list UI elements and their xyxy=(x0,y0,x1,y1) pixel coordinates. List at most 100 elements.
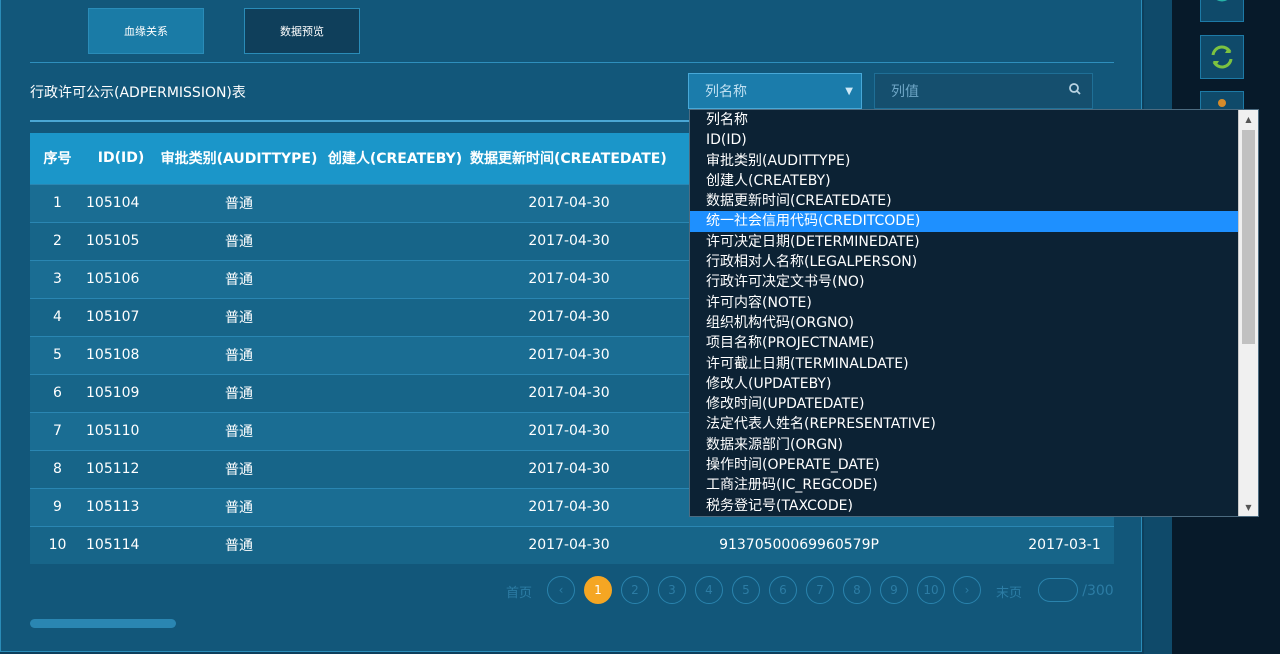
table-cell: 105113 xyxy=(85,487,157,526)
dropdown-option[interactable]: 数据来源部门(ORGN) xyxy=(690,435,1258,455)
page-jump-input[interactable] xyxy=(1038,578,1078,602)
column-header[interactable]: 创建人(CREATEBY) xyxy=(321,133,469,184)
table-cell: 8 xyxy=(30,449,85,488)
table-cell xyxy=(321,297,469,336)
column-header[interactable]: 审批类别(AUDITTYPE) xyxy=(157,133,321,184)
table-cell: 9 xyxy=(30,487,85,526)
column-header[interactable]: 序号 xyxy=(30,133,85,184)
column-header[interactable]: 数据更新时间(CREATEDATE) xyxy=(469,133,669,184)
table-cell: 2017-04-30 xyxy=(469,449,669,488)
page-number-button[interactable]: 9 xyxy=(880,576,908,604)
dropdown-option[interactable]: 工商注册码(IC_REGCODE) xyxy=(690,475,1258,495)
horizontal-scrollbar[interactable] xyxy=(30,619,176,628)
table-cell: 普通 xyxy=(157,183,321,222)
dropdown-option[interactable]: 税务登记号(TAXCODE) xyxy=(690,496,1258,516)
dropdown-option[interactable]: ID(ID) xyxy=(690,130,1258,150)
table-title: 行政许可公示(ADPERMISSION)表 xyxy=(30,85,246,101)
refresh-button[interactable] xyxy=(1200,35,1244,79)
page-number-button[interactable]: 3 xyxy=(658,576,686,604)
dropdown-option[interactable]: 修改人(UPDATEBY) xyxy=(690,374,1258,394)
table-cell: 2017-04-30 xyxy=(469,373,669,412)
page-number-button[interactable]: 7 xyxy=(806,576,834,604)
dropdown-option[interactable]: 审批类别(AUDITTYPE) xyxy=(690,151,1258,171)
dropdown-option[interactable]: 修改时间(UPDATEDATE) xyxy=(690,394,1258,414)
scroll-up-icon[interactable]: ▲ xyxy=(1239,110,1258,128)
signal-icon xyxy=(1216,0,1228,2)
table-cell: 2017-04-30 xyxy=(469,183,669,222)
table-cell: 2017-04-30 xyxy=(469,297,669,336)
table-cell: 普通 xyxy=(157,525,321,564)
dropdown-option[interactable]: 许可内容(NOTE) xyxy=(690,293,1258,313)
dropdown-option[interactable]: 统一社会信用代码(CREDITCODE) xyxy=(690,211,1258,232)
table-cell: 105106 xyxy=(85,259,157,298)
scrollbar-thumb[interactable] xyxy=(1242,130,1255,344)
table-cell: 4 xyxy=(30,297,85,336)
caret-down-icon: ▼ xyxy=(845,86,853,97)
page-number-button[interactable]: 10 xyxy=(917,576,945,604)
table-cell xyxy=(321,373,469,412)
tool-icon xyxy=(1218,99,1226,107)
table-cell: 105107 xyxy=(85,297,157,336)
dropdown-options: 列名称 ID(ID) 审批类别(AUDITTYPE) 创建人(CREATEBY) 数据更… xyxy=(690,110,1258,516)
dropdown-option[interactable]: 许可截止日期(TERMINALDATE) xyxy=(690,354,1258,374)
dropdown-option[interactable]: 行政相对人名称(LEGALPERSON) xyxy=(690,252,1258,272)
tool-button[interactable] xyxy=(1200,91,1244,111)
page-number-button[interactable]: 8 xyxy=(843,576,871,604)
table-cell: 普通 xyxy=(157,487,321,526)
table-cell: 6 xyxy=(30,373,85,412)
total-pages: /300 xyxy=(1082,583,1114,599)
tab-lineage[interactable]: 血缘关系 xyxy=(88,8,204,54)
table-cell xyxy=(321,183,469,222)
dropdown-option[interactable]: 操作时间(OPERATE_DATE) xyxy=(690,455,1258,475)
table-cell xyxy=(321,411,469,450)
table-cell: 105114 xyxy=(85,525,157,564)
table-cell: 2017-03-1 xyxy=(929,525,1114,564)
table-cell: 普通 xyxy=(157,297,321,336)
dropdown-option[interactable]: 创建人(CREATEBY) xyxy=(690,171,1258,191)
dropdown-scrollbar[interactable]: ▲ ▼ xyxy=(1238,110,1258,516)
table-cell: 普通 xyxy=(157,373,321,412)
table-cell: 2017-04-30 xyxy=(469,487,669,526)
table-cell: 105108 xyxy=(85,335,157,374)
table-cell: 普通 xyxy=(157,449,321,488)
table-cell: 7 xyxy=(30,411,85,450)
table-cell: 2017-04-30 xyxy=(469,411,669,450)
signal-button[interactable] xyxy=(1200,0,1244,22)
chevron-right-icon: › xyxy=(964,583,970,597)
dropdown-option[interactable]: 行政许可决定文书号(NO) xyxy=(690,272,1258,292)
first-page-link[interactable]: 首页 xyxy=(502,576,536,606)
page-number-button[interactable]: 2 xyxy=(621,576,649,604)
table-cell xyxy=(321,221,469,260)
table-cell: 普通 xyxy=(157,335,321,374)
column-dropdown-list[interactable]: 列名称 ID(ID) 审批类别(AUDITTYPE) 创建人(CREATEBY) 数据更… xyxy=(689,109,1259,517)
table-cell: 10 xyxy=(30,525,85,564)
table-row[interactable]: 10 105114 普通 2017-04-30 91370500069960579P 20… xyxy=(30,525,1114,564)
chevron-left-icon: ‹ xyxy=(558,583,564,597)
dropdown-option[interactable]: 列名称 xyxy=(690,110,1258,130)
prev-page-button[interactable]: ‹ xyxy=(547,576,575,604)
page-number-button[interactable]: 4 xyxy=(695,576,723,604)
next-page-button[interactable]: › xyxy=(953,576,981,604)
table-cell: 2017-04-30 xyxy=(469,221,669,260)
dropdown-option[interactable]: 数据更新时间(CREATEDATE) xyxy=(690,191,1258,211)
value-input[interactable]: 列值 xyxy=(874,73,1093,109)
tab-data-preview[interactable]: 数据预览 xyxy=(244,8,360,54)
table-cell xyxy=(321,335,469,374)
page-number-button[interactable]: 1 xyxy=(584,576,612,604)
page-number-button[interactable]: 6 xyxy=(769,576,797,604)
last-page-link[interactable]: 末页 xyxy=(992,576,1026,606)
dropdown-option[interactable]: 组织机构代码(ORGNO) xyxy=(690,313,1258,333)
page-number-button[interactable]: 5 xyxy=(732,576,760,604)
table-cell xyxy=(321,525,469,564)
table-cell: 2017-04-30 xyxy=(469,335,669,374)
dropdown-option[interactable]: 法定代表人姓名(REPRESENTATIVE) xyxy=(690,414,1258,434)
dropdown-option[interactable]: 许可决定日期(DETERMINEDATE) xyxy=(690,232,1258,252)
dropdown-option[interactable]: 项目名称(PROJECTNAME) xyxy=(690,333,1258,353)
scroll-down-icon[interactable]: ▼ xyxy=(1239,498,1258,516)
table-cell: 5 xyxy=(30,335,85,374)
table-cell: 2017-04-30 xyxy=(469,259,669,298)
divider xyxy=(30,62,1114,63)
column-header[interactable]: ID(ID) xyxy=(85,133,157,184)
search-icon[interactable] xyxy=(1068,82,1082,96)
column-select[interactable]: 列名称 ▼ xyxy=(688,73,862,109)
